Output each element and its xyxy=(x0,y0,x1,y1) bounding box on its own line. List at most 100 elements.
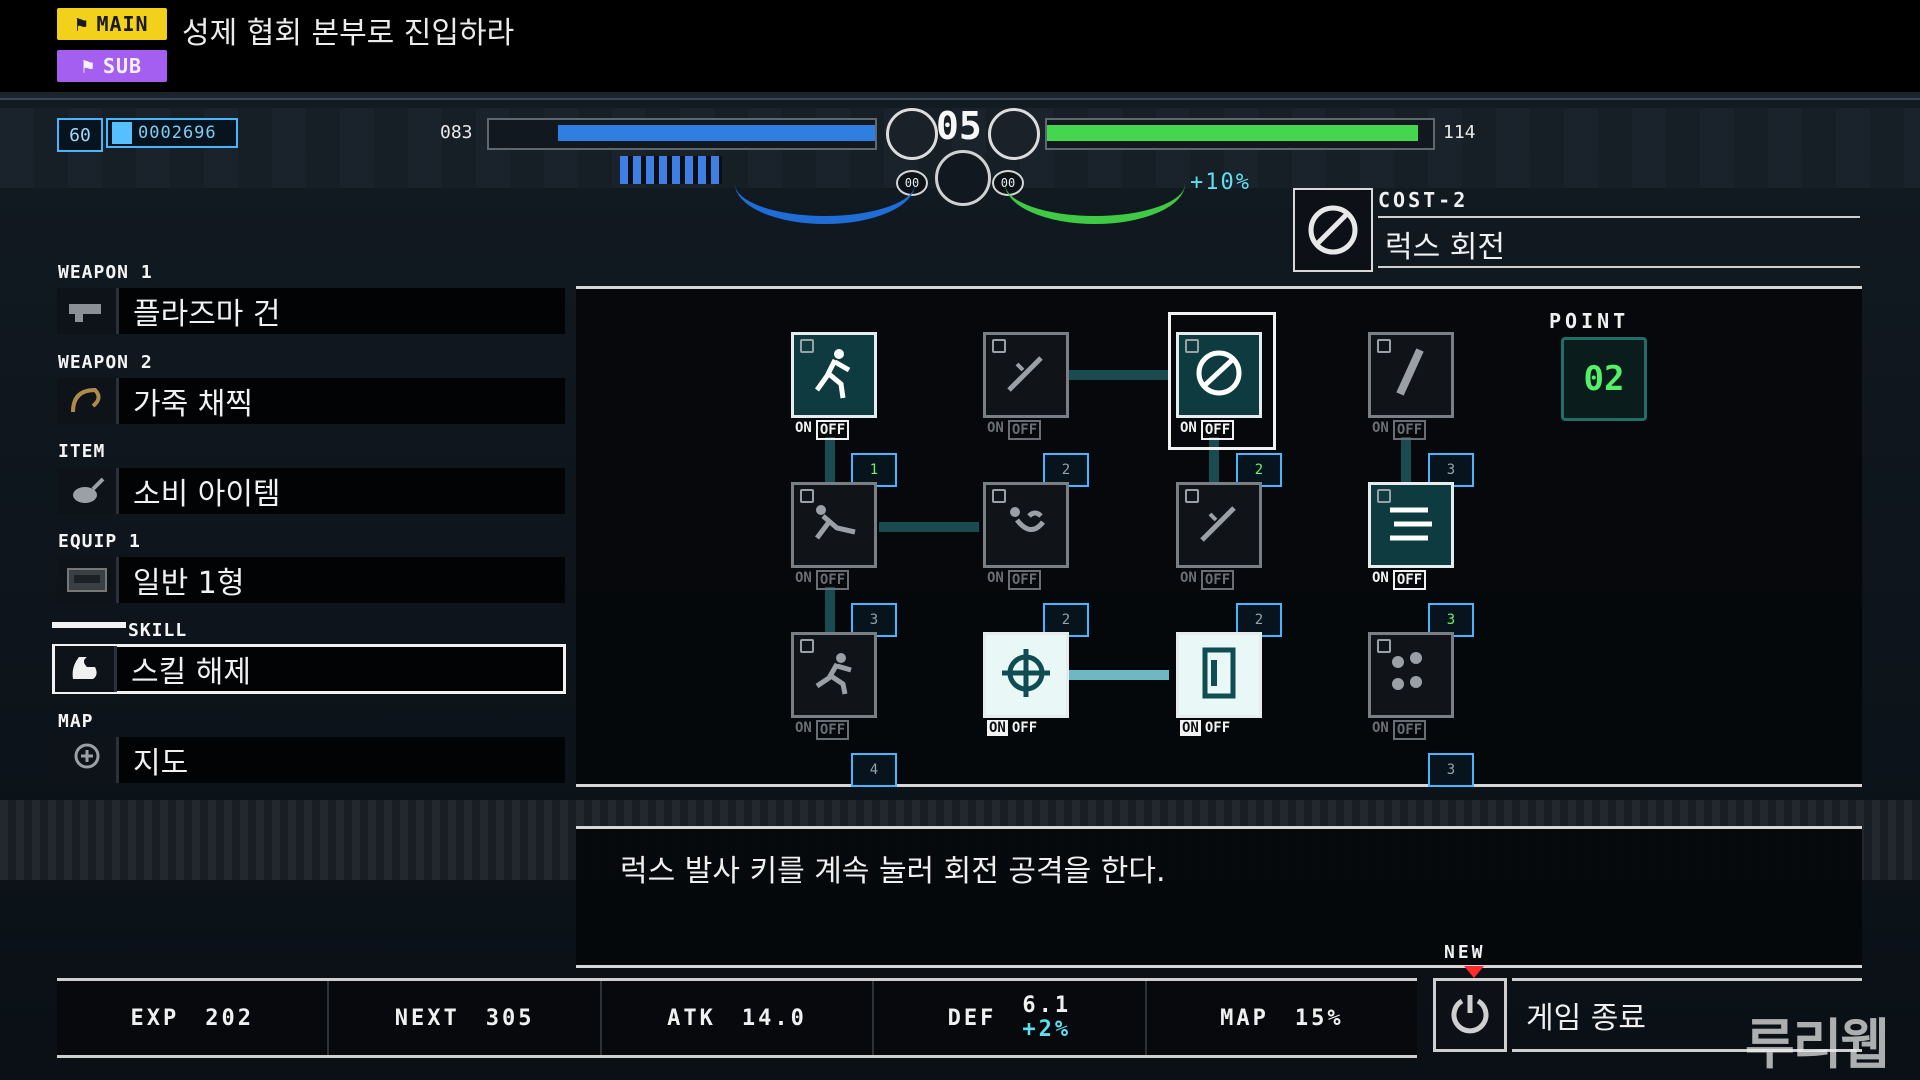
skill-level: 3 xyxy=(1428,753,1474,787)
skill-node-10[interactable] xyxy=(983,632,1069,718)
atk-value: 14.0 xyxy=(741,1005,807,1031)
menu-skill[interactable]: 스킬 해제 xyxy=(52,644,566,694)
skill-toggle-11[interactable]: ON OFF xyxy=(1180,720,1230,736)
map-stat: MAP 15% xyxy=(1147,981,1417,1055)
status-bar: EXP 202 NEXT 305 ATK 14.0 DEF 6.1 +2% MAP 15% xyxy=(57,978,1417,1058)
skill-node-4[interactable]: 3 xyxy=(1368,332,1474,487)
score-display: 0002696 xyxy=(106,118,238,148)
skill-connector xyxy=(1069,370,1169,380)
sword-slash-icon xyxy=(1001,348,1051,402)
menu-item[interactable]: 소비 아이템 xyxy=(57,468,565,514)
power-button[interactable] xyxy=(1433,978,1507,1052)
map-label: MAP xyxy=(58,711,94,732)
skill-node-11[interactable] xyxy=(1176,632,1262,718)
score-bar-icon xyxy=(112,122,132,144)
skill-toggle-5[interactable]: ON OFF xyxy=(795,570,850,590)
partner-hp-bar xyxy=(1045,118,1435,150)
crosshair-icon xyxy=(998,645,1054,705)
player-hp-fill xyxy=(558,125,875,141)
lock-icon xyxy=(1185,489,1199,503)
off-label: OFF xyxy=(1011,720,1038,736)
skill-toggle-7[interactable]: ON OFF xyxy=(1180,570,1235,590)
skill-toggle-8[interactable]: ON OFF xyxy=(1372,570,1427,590)
skill-node-7[interactable]: 2 xyxy=(1176,482,1282,637)
skill-toggle-2[interactable]: ON OFF xyxy=(987,420,1042,440)
main-objective-text: 성제 협회 본부로 진입하라 xyxy=(182,16,515,51)
droplets-icon xyxy=(1384,646,1438,704)
exp-stat: EXP 202 xyxy=(57,981,330,1055)
skill-connector xyxy=(879,522,979,532)
combo-counter: 05 xyxy=(936,104,982,148)
skill-cost-label: COST-2 xyxy=(1378,188,1860,218)
skill-node-5[interactable]: 3 xyxy=(791,482,897,637)
new-arrow-icon xyxy=(1464,966,1484,978)
skill-connector-active xyxy=(1069,670,1169,680)
skill-node-2[interactable]: 2 xyxy=(983,332,1089,487)
next-value: 305 xyxy=(485,1005,535,1031)
on-label: ON xyxy=(1180,570,1197,586)
gun-weapon-icon xyxy=(886,108,938,160)
on-label: ON xyxy=(1372,420,1389,436)
menu-equip1[interactable]: 일반 1형 xyxy=(57,557,565,603)
on-label: ON xyxy=(1180,720,1201,736)
equip1-label: EQUIP 1 xyxy=(58,531,141,552)
skill-node-6[interactable]: 2 xyxy=(983,482,1089,637)
menu-map[interactable]: 지도 xyxy=(57,737,565,783)
skill-node-3[interactable]: 2 xyxy=(1176,332,1282,487)
menu-weapon1[interactable]: 플라즈마 건 xyxy=(57,288,565,334)
skill-node-9[interactable]: 4 xyxy=(791,632,897,787)
partner-hp-value: 114 xyxy=(1443,122,1476,143)
weapon2-label: WEAPON 2 xyxy=(58,352,153,373)
off-label: OFF xyxy=(1200,570,1235,590)
flex-arm-icon xyxy=(55,646,117,692)
new-label: NEW xyxy=(1444,942,1486,963)
on-label: ON xyxy=(987,420,1004,436)
lock-icon xyxy=(800,339,814,353)
skill-point-label: POINT xyxy=(1549,309,1630,333)
skill-toggle-6[interactable]: ON OFF xyxy=(987,570,1042,590)
exp-value: 202 xyxy=(205,1005,254,1031)
skill-toggle-4[interactable]: ON OFF xyxy=(1372,420,1427,440)
core-orb-icon xyxy=(935,150,991,206)
main-badge-label: MAIN xyxy=(96,12,149,36)
off-label: OFF xyxy=(1204,720,1231,736)
lock-icon xyxy=(1377,639,1391,653)
ammo-gauge xyxy=(620,156,722,184)
cost-divider xyxy=(1378,266,1860,268)
flag-icon: ⚑ xyxy=(81,54,95,78)
sub-badge-label: SUB xyxy=(102,54,143,78)
plasma-gun-icon xyxy=(57,288,119,334)
atk-stat: ATK 14.0 xyxy=(602,981,875,1055)
off-label: OFF xyxy=(1200,420,1235,440)
weapon1-label: WEAPON 1 xyxy=(58,262,153,283)
door-icon xyxy=(1197,646,1241,704)
item-value: 소비 아이템 xyxy=(133,477,281,512)
skill-toggle-9[interactable]: ON OFF xyxy=(795,720,850,740)
on-label: ON xyxy=(1372,570,1389,586)
def-stat: DEF 6.1 +2% xyxy=(874,981,1147,1055)
def-label: DEF xyxy=(947,1005,997,1031)
skill-toggle-10[interactable]: ON OFF xyxy=(987,720,1037,736)
whip-weapon-icon xyxy=(988,108,1040,160)
def-bonus: +2% xyxy=(1022,1017,1072,1042)
atk-label: ATK xyxy=(667,1005,716,1031)
blade-strike-icon xyxy=(1386,346,1436,404)
exp-label: EXP xyxy=(130,1005,180,1031)
skill-toggle-3[interactable]: ON OFF xyxy=(1180,420,1235,440)
off-label: OFF xyxy=(815,570,850,590)
score-value: 0002696 xyxy=(138,123,217,143)
next-label: NEXT xyxy=(394,1005,460,1031)
lock-icon xyxy=(1377,339,1391,353)
sub-objective-badge: ⚑ SUB xyxy=(57,50,167,82)
off-label: OFF xyxy=(815,420,850,440)
skill-node-1[interactable]: 1 xyxy=(791,332,897,487)
skill-toggle-1[interactable]: ON OFF xyxy=(795,420,850,440)
slide-figure-icon xyxy=(807,498,861,552)
on-label: ON xyxy=(795,570,812,586)
cartridge-icon xyxy=(57,557,119,603)
skill-node-12[interactable]: 3 xyxy=(1368,632,1474,787)
on-label: ON xyxy=(795,420,812,436)
menu-weapon2[interactable]: 가죽 채찍 xyxy=(57,378,565,424)
skill-toggle-12[interactable]: ON OFF xyxy=(1372,720,1427,740)
skill-node-8[interactable]: 3 xyxy=(1368,482,1474,637)
